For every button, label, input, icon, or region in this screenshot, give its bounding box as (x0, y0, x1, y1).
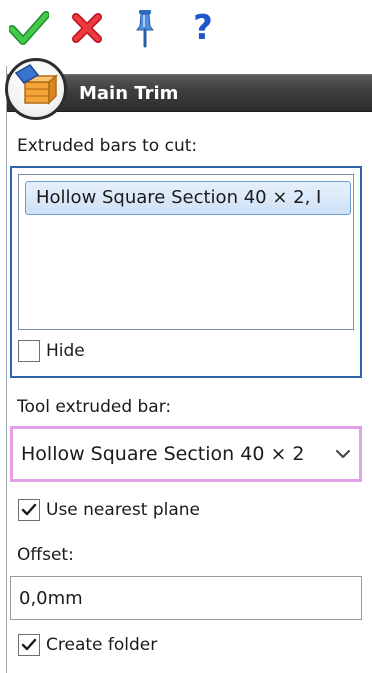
create-folder-label: Create folder (46, 635, 158, 655)
help-button[interactable]: ? (182, 7, 224, 49)
bars-to-cut-label: Extruded bars to cut: (17, 136, 198, 156)
top-toolbar: ? (8, 6, 224, 50)
bars-to-cut-group: Hollow Square Section 40 × 2, I Hide (10, 166, 362, 378)
chevron-down-icon (335, 449, 351, 459)
nearest-plane-label: Use nearest plane (46, 500, 200, 520)
pushpin-icon (136, 10, 154, 48)
bars-to-cut-listbox[interactable]: Hollow Square Section 40 × 2, I (18, 174, 354, 330)
pin-button[interactable] (124, 7, 166, 49)
ok-button[interactable] (8, 7, 50, 49)
offset-label: Offset: (17, 545, 74, 565)
panel-title: Main Trim (79, 83, 179, 104)
hide-checkbox[interactable] (18, 340, 40, 362)
create-folder-checkbox[interactable] (18, 634, 40, 656)
offset-input[interactable] (10, 576, 362, 620)
check-icon (21, 638, 37, 651)
hide-label: Hide (46, 341, 85, 361)
list-item[interactable]: Hollow Square Section 40 × 2, I (25, 181, 351, 215)
nearest-plane-checkbox-row[interactable]: Use nearest plane (18, 499, 200, 521)
tool-bar-dropdown[interactable]: Hollow Square Section 40 × 2 (10, 426, 362, 482)
x-icon (72, 13, 102, 43)
tool-bar-selected-value: Hollow Square Section 40 × 2 (21, 443, 305, 465)
nearest-plane-checkbox[interactable] (18, 499, 40, 521)
checkmark-icon (9, 11, 49, 45)
question-mark-icon: ? (193, 8, 213, 48)
tool-bar-label: Tool extruded bar: (17, 397, 172, 417)
check-icon (21, 503, 37, 516)
cancel-button[interactable] (66, 7, 108, 49)
trim-feature-icon (5, 58, 67, 120)
hide-checkbox-row[interactable]: Hide (18, 340, 85, 362)
create-folder-checkbox-row[interactable]: Create folder (18, 634, 157, 656)
trim-property-manager: ? Main Trim Extruded bars to cut: Hollow… (0, 0, 372, 673)
